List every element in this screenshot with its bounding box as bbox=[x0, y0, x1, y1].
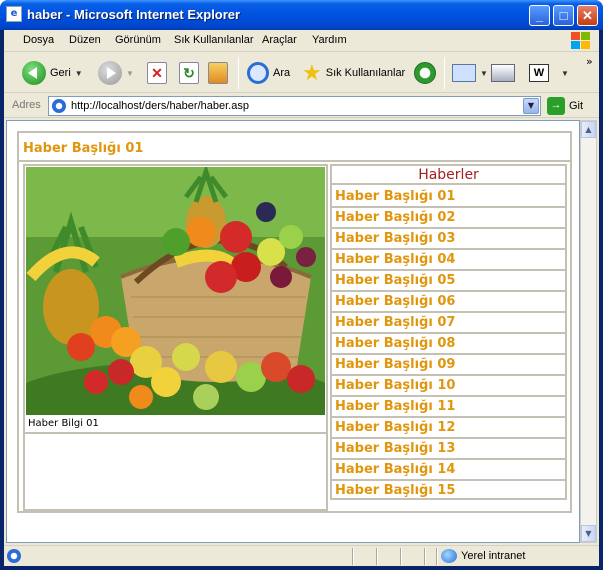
status-divider bbox=[376, 548, 378, 565]
ie-page-icon: e bbox=[6, 6, 22, 22]
windows-logo-icon bbox=[569, 31, 591, 51]
news-link-12[interactable]: Haber Başlığı 12 bbox=[332, 418, 565, 439]
menu-araclar[interactable]: Araçlar bbox=[262, 34, 297, 46]
toolbar-separator bbox=[444, 57, 445, 89]
news-link-09[interactable]: Haber Başlığı 09 bbox=[332, 355, 565, 376]
go-label: Git bbox=[569, 100, 584, 112]
scroll-down-icon[interactable]: ▼ bbox=[581, 525, 596, 542]
standard-toolbar: Geri ▼ ▼ ✕ ↻ Ara ★ Sık Kullanılanlar ▼ W… bbox=[4, 53, 599, 93]
go-button[interactable]: → Git bbox=[547, 97, 583, 115]
forward-arrow-icon bbox=[98, 61, 122, 85]
menu-gorunum[interactable]: Görünüm bbox=[115, 34, 161, 46]
menu-sik-kullanilanlar[interactable]: Sık Kullanılanlar bbox=[174, 34, 254, 46]
status-divider bbox=[424, 548, 426, 565]
news-photo-cell: Haber Bilgi 01 bbox=[23, 164, 328, 434]
back-dropdown-icon[interactable]: ▼ bbox=[75, 69, 83, 78]
browser-frame: Dosya Düzen Görünüm Sık Kullanılanlar Ar… bbox=[4, 30, 599, 566]
back-label: Geri bbox=[50, 67, 71, 79]
back-button[interactable]: Geri ▼ bbox=[22, 59, 83, 87]
print-button[interactable] bbox=[491, 59, 515, 87]
search-icon bbox=[247, 62, 269, 84]
mail-dropdown-icon[interactable]: ▼ bbox=[480, 69, 488, 78]
edit-dropdown-icon[interactable]: ▼ bbox=[561, 69, 569, 78]
heading-divider bbox=[19, 160, 570, 162]
word-icon: W bbox=[529, 64, 549, 82]
status-bar: Yerel intranet bbox=[4, 545, 599, 566]
forward-button[interactable]: ▼ bbox=[98, 59, 134, 87]
refresh-button[interactable]: ↻ bbox=[179, 59, 199, 87]
print-icon bbox=[491, 64, 515, 82]
address-bar: Adres http://localhost/ders/haber/haber.… bbox=[4, 94, 599, 118]
home-icon bbox=[208, 62, 228, 84]
news-link-02[interactable]: Haber Başlığı 02 bbox=[332, 208, 565, 229]
status-divider bbox=[400, 548, 402, 565]
news-link-06[interactable]: Haber Başlığı 06 bbox=[332, 292, 565, 313]
toolbar-overflow-chevron[interactable]: » bbox=[586, 55, 593, 68]
menu-yardim[interactable]: Yardım bbox=[312, 34, 347, 46]
photo-caption: Haber Bilgi 01 bbox=[28, 418, 99, 429]
address-dropdown-icon[interactable]: ▼ bbox=[523, 98, 539, 114]
history-button[interactable] bbox=[414, 59, 436, 87]
stop-icon: ✕ bbox=[147, 62, 167, 84]
news-link-08[interactable]: Haber Başlığı 08 bbox=[332, 334, 565, 355]
word-edit-button[interactable]: W ▼ bbox=[529, 59, 569, 87]
news-list-title: Haberler bbox=[332, 166, 565, 185]
news-link-10[interactable]: Haber Başlığı 10 bbox=[332, 376, 565, 397]
menu-bar: Dosya Düzen Görünüm Sık Kullanılanlar Ar… bbox=[4, 30, 599, 52]
news-link-05[interactable]: Haber Başlığı 05 bbox=[332, 271, 565, 292]
menu-duzen[interactable]: Düzen bbox=[69, 34, 101, 46]
news-link-11[interactable]: Haber Başlığı 11 bbox=[332, 397, 565, 418]
window-title: haber - Microsoft Internet Explorer bbox=[27, 7, 241, 22]
news-link-13[interactable]: Haber Başlığı 13 bbox=[332, 439, 565, 460]
close-button[interactable]: ✕ bbox=[577, 5, 598, 26]
favorites-star-icon: ★ bbox=[302, 60, 322, 85]
news-link-14[interactable]: Haber Başlığı 14 bbox=[332, 460, 565, 481]
scroll-up-icon[interactable]: ▲ bbox=[581, 121, 596, 138]
history-icon bbox=[414, 62, 436, 84]
home-button[interactable] bbox=[208, 59, 228, 87]
news-link-01[interactable]: Haber Başlığı 01 bbox=[332, 187, 565, 208]
status-divider bbox=[352, 548, 354, 565]
stop-button[interactable]: ✕ bbox=[147, 59, 167, 87]
security-zone-label: Yerel intranet bbox=[461, 550, 526, 562]
news-list-table: Haberler Haber Başlığı 01 Haber Başlığı … bbox=[330, 164, 567, 500]
menu-dosya[interactable]: Dosya bbox=[23, 34, 54, 46]
fruit-basket-image bbox=[26, 167, 325, 415]
intranet-zone-icon bbox=[441, 549, 457, 563]
vertical-scrollbar[interactable]: ▲ ▼ bbox=[580, 120, 597, 543]
news-link-07[interactable]: Haber Başlığı 07 bbox=[332, 313, 565, 334]
address-label: Adres bbox=[12, 99, 41, 111]
ie-window: e haber - Microsoft Internet Explorer _ … bbox=[0, 0, 603, 570]
search-button[interactable]: Ara bbox=[247, 59, 290, 87]
news-link-04[interactable]: Haber Başlığı 04 bbox=[332, 250, 565, 271]
news-link-03[interactable]: Haber Başlığı 03 bbox=[332, 229, 565, 250]
status-divider bbox=[436, 548, 438, 565]
search-label: Ara bbox=[273, 67, 291, 79]
page-ie-icon bbox=[52, 99, 66, 113]
address-url[interactable]: http://localhost/ders/haber/haber.asp bbox=[71, 100, 249, 112]
favorites-label: Sık Kullanılanlar bbox=[325, 67, 406, 79]
refresh-icon: ↻ bbox=[179, 62, 199, 84]
mail-icon bbox=[452, 64, 476, 82]
empty-content-cell bbox=[23, 434, 328, 511]
news-layout-table: Haber Başlığı 01 Haber Bilgi 01 Haberler… bbox=[17, 131, 572, 513]
page-heading: Haber Başlığı 01 bbox=[23, 141, 144, 156]
back-arrow-icon bbox=[22, 61, 46, 85]
page-status-icon bbox=[7, 549, 21, 563]
mail-button[interactable]: ▼ bbox=[452, 59, 488, 87]
page-viewport: Haber Başlığı 01 Haber Bilgi 01 Haberler… bbox=[6, 120, 580, 543]
favorites-button[interactable]: ★ Sık Kullanılanlar bbox=[302, 59, 405, 87]
maximize-button[interactable]: □ bbox=[553, 5, 574, 26]
toolbar-separator bbox=[238, 57, 239, 89]
go-arrow-icon: → bbox=[547, 97, 565, 115]
address-input[interactable]: http://localhost/ders/haber/haber.asp ▼ bbox=[48, 96, 541, 116]
title-bar[interactable]: e haber - Microsoft Internet Explorer _ … bbox=[0, 0, 603, 30]
news-link-15[interactable]: Haber Başlığı 15 bbox=[332, 481, 565, 502]
minimize-button[interactable]: _ bbox=[529, 5, 550, 26]
forward-dropdown-icon[interactable]: ▼ bbox=[126, 69, 134, 78]
